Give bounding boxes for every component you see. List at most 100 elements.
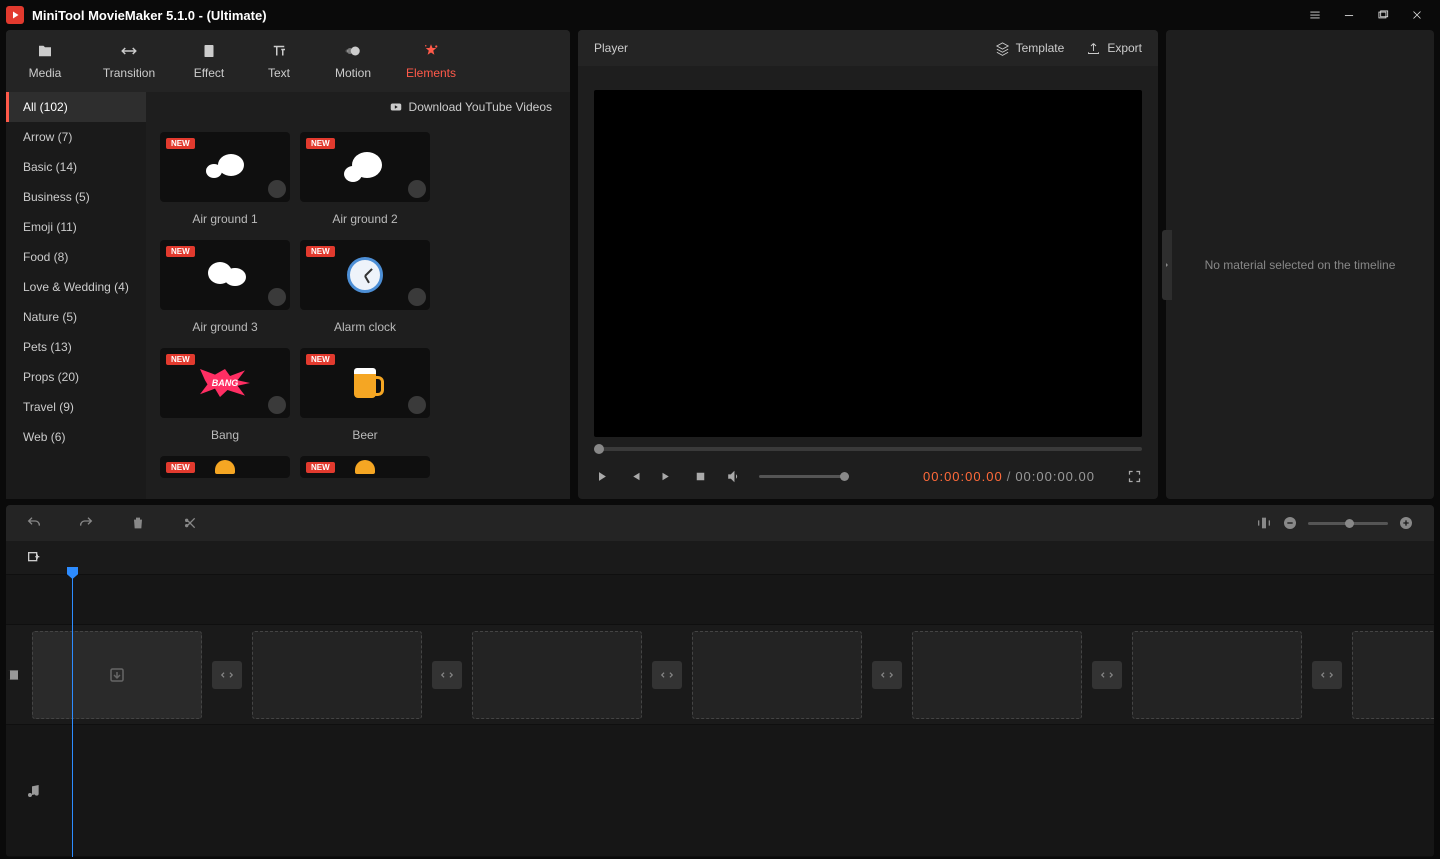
category-item[interactable]: Travel (9): [6, 392, 146, 422]
new-badge: NEW: [166, 462, 195, 473]
video-track-icon: [6, 667, 22, 683]
transition-slot[interactable]: [652, 661, 682, 689]
category-list: All (102)Arrow (7)Basic (14)Business (5)…: [6, 92, 146, 499]
zoom-slider[interactable]: [1308, 522, 1388, 525]
element-label: Bang: [160, 428, 290, 442]
tab-media[interactable]: Media: [6, 30, 84, 92]
prev-frame-icon[interactable]: [627, 469, 642, 484]
clip-slot[interactable]: [912, 631, 1082, 719]
library-tabs: MediaTransitionEffectTextMotionElements: [6, 30, 570, 92]
add-track-icon[interactable]: [26, 550, 42, 566]
stop-icon[interactable]: [693, 469, 708, 484]
category-item[interactable]: Nature (5): [6, 302, 146, 332]
timeline-toolbar: [6, 505, 1434, 541]
category-item[interactable]: All (102): [6, 92, 146, 122]
element-label: Alarm clock: [300, 320, 430, 334]
zoom-out-icon[interactable]: [1282, 515, 1298, 531]
clip-slot[interactable]: [32, 631, 202, 719]
element-thumb[interactable]: NEWBANGBang: [160, 348, 290, 442]
element-thumb[interactable]: NEW Beer: [300, 348, 430, 442]
download-icon[interactable]: [268, 180, 286, 198]
zoom-in-icon[interactable]: [1398, 515, 1414, 531]
download-youtube-link[interactable]: Download YouTube Videos: [146, 92, 570, 122]
app-title: MiniTool MovieMaker 5.1.0 - (Ultimate): [32, 8, 267, 23]
fit-zoom-icon[interactable]: [1256, 515, 1272, 531]
category-item[interactable]: Props (20): [6, 362, 146, 392]
category-item[interactable]: Emoji (11): [6, 212, 146, 242]
clip-slot[interactable]: [1132, 631, 1302, 719]
playhead[interactable]: [72, 571, 73, 857]
fullscreen-icon[interactable]: [1127, 469, 1142, 484]
maximize-icon[interactable]: [1366, 0, 1400, 30]
minimize-icon[interactable]: [1332, 0, 1366, 30]
transition-slot[interactable]: [872, 661, 902, 689]
player-progress[interactable]: [594, 447, 1142, 451]
split-icon[interactable]: [182, 515, 198, 531]
collapse-handle[interactable]: [1162, 230, 1172, 300]
download-icon[interactable]: [268, 396, 286, 414]
menu-icon[interactable]: [1298, 0, 1332, 30]
transition-slot[interactable]: [212, 661, 242, 689]
category-item[interactable]: Web (6): [6, 422, 146, 452]
download-icon[interactable]: [408, 180, 426, 198]
new-badge: NEW: [306, 354, 335, 365]
new-badge: NEW: [166, 354, 195, 365]
titlebar: MiniTool MovieMaker 5.1.0 - (Ultimate): [0, 0, 1440, 30]
category-item[interactable]: Love & Wedding (4): [6, 272, 146, 302]
category-item[interactable]: Business (5): [6, 182, 146, 212]
close-icon[interactable]: [1400, 0, 1434, 30]
audio-track-icon: [26, 783, 42, 799]
template-button[interactable]: Template: [995, 41, 1065, 56]
element-label: Air ground 3: [160, 320, 290, 334]
element-thumb[interactable]: NEW Air ground 1: [160, 132, 290, 226]
element-label: Air ground 1: [160, 212, 290, 226]
player-panel: Player Template Export 00:00:00: [578, 30, 1158, 499]
clip-slot[interactable]: [1352, 631, 1434, 719]
element-thumb[interactable]: NEW Air ground 3: [160, 240, 290, 334]
clip-slot[interactable]: [692, 631, 862, 719]
tab-text[interactable]: Text: [244, 30, 314, 92]
transition-slot[interactable]: [1312, 661, 1342, 689]
next-frame-icon[interactable]: [660, 469, 675, 484]
category-item[interactable]: Basic (14): [6, 152, 146, 182]
element-label: Air ground 2: [300, 212, 430, 226]
library-panel: MediaTransitionEffectTextMotionElements …: [6, 30, 570, 499]
redo-icon[interactable]: [78, 515, 94, 531]
new-badge: NEW: [166, 246, 195, 257]
transition-slot[interactable]: [432, 661, 462, 689]
delete-icon[interactable]: [130, 515, 146, 531]
volume-slider[interactable]: [759, 475, 849, 478]
new-badge: NEW: [166, 138, 195, 149]
play-icon[interactable]: [594, 469, 609, 484]
timeline[interactable]: [6, 541, 1434, 857]
element-label: Beer: [300, 428, 430, 442]
element-thumb[interactable]: NEW: [160, 456, 290, 478]
export-button[interactable]: Export: [1086, 41, 1142, 56]
player-viewport[interactable]: [594, 90, 1142, 437]
tab-transition[interactable]: Transition: [84, 30, 174, 92]
app-logo: [6, 6, 24, 24]
element-thumb[interactable]: NEW: [300, 456, 430, 478]
category-item[interactable]: Pets (13): [6, 332, 146, 362]
new-badge: NEW: [306, 246, 335, 257]
element-thumb[interactable]: NEW Air ground 2: [300, 132, 430, 226]
clip-slot[interactable]: [472, 631, 642, 719]
tab-effect[interactable]: Effect: [174, 30, 244, 92]
download-icon[interactable]: [408, 288, 426, 306]
tab-motion[interactable]: Motion: [314, 30, 392, 92]
undo-icon[interactable]: [26, 515, 42, 531]
volume-icon[interactable]: [726, 469, 741, 484]
new-badge: NEW: [306, 138, 335, 149]
elements-grid[interactable]: NEW Air ground 1 NEW Air ground 2 NEW Air gro…: [146, 122, 570, 499]
tab-elements[interactable]: Elements: [392, 30, 470, 92]
transition-slot[interactable]: [1092, 661, 1122, 689]
element-thumb[interactable]: NEW Alarm clock: [300, 240, 430, 334]
category-item[interactable]: Arrow (7): [6, 122, 146, 152]
download-icon[interactable]: [408, 396, 426, 414]
new-badge: NEW: [306, 462, 335, 473]
inspector-empty-message: No material selected on the timeline: [1205, 258, 1396, 272]
clip-slot[interactable]: [252, 631, 422, 719]
time-display: 00:00:00.00/00:00:00.00: [923, 469, 1095, 484]
category-item[interactable]: Food (8): [6, 242, 146, 272]
download-icon[interactable]: [268, 288, 286, 306]
